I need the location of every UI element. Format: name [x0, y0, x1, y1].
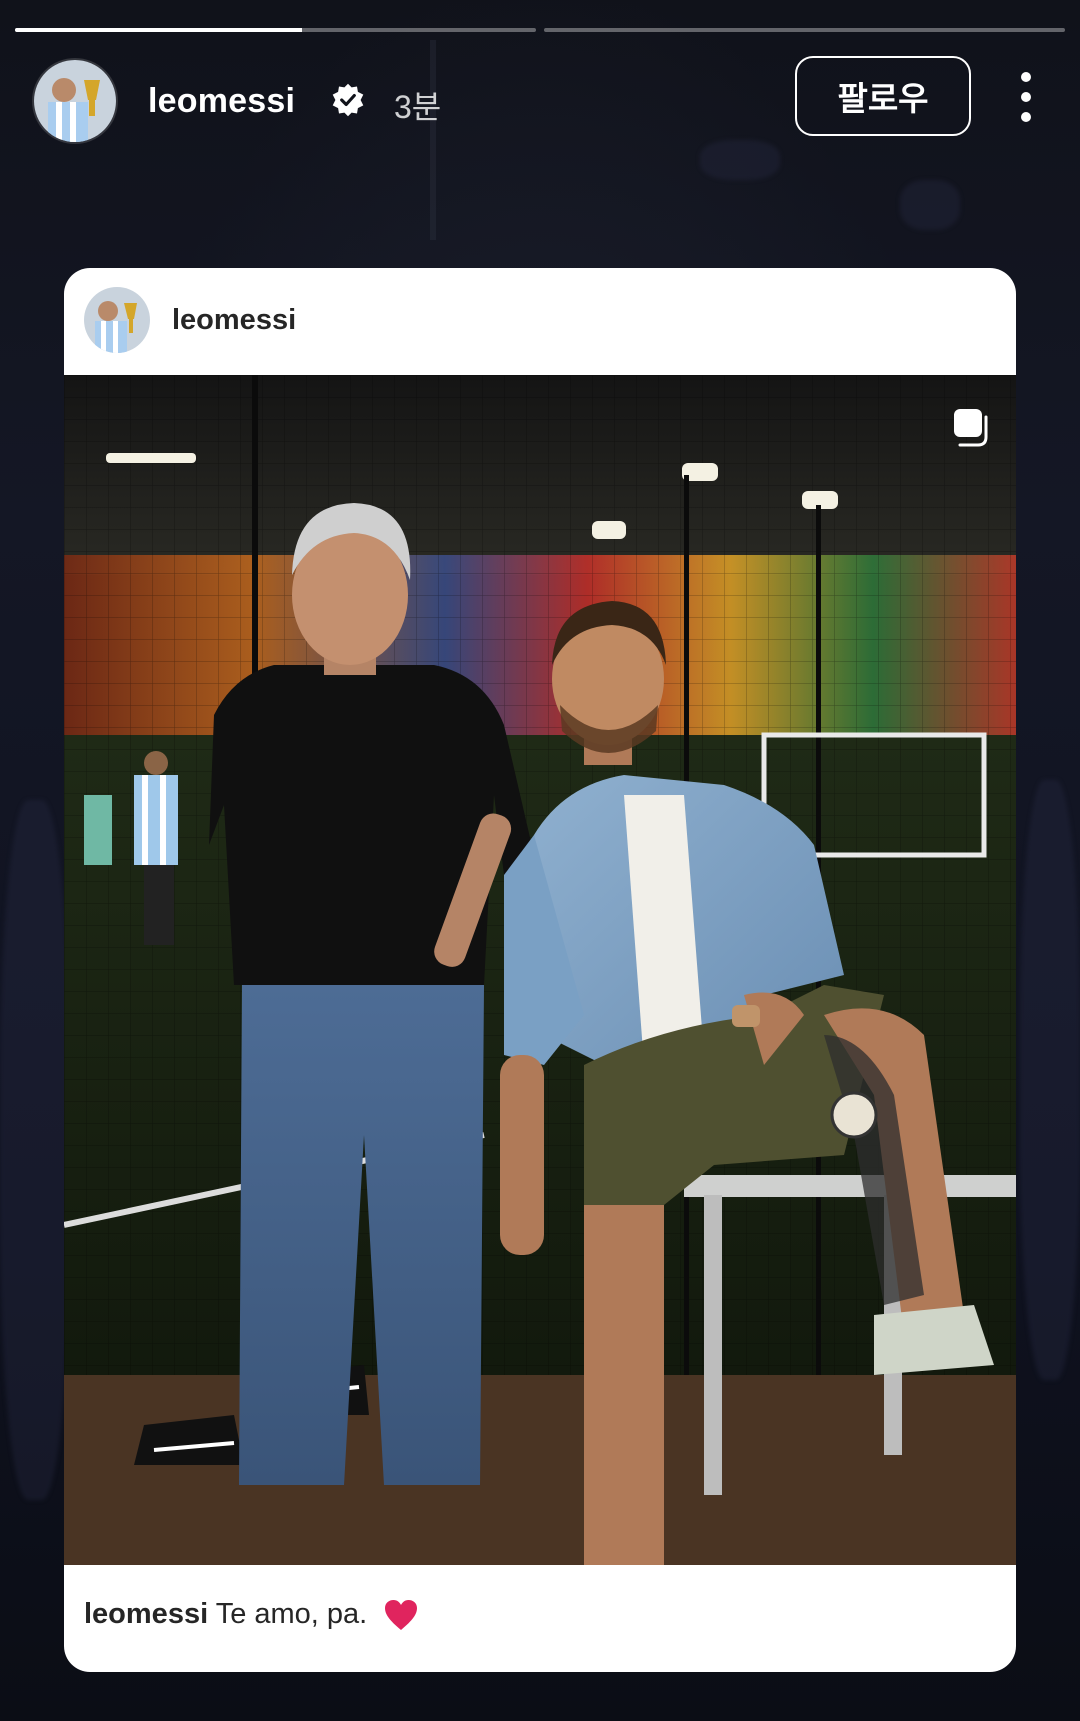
progress-fill	[15, 28, 302, 32]
verified-badge-icon	[332, 83, 364, 117]
story-username[interactable]: leomessi	[148, 82, 295, 121]
story-timestamp: 3분	[394, 89, 442, 125]
caption-username[interactable]: leomessi	[84, 1598, 208, 1630]
more-options-icon[interactable]	[1016, 72, 1036, 122]
post-header: leomessi	[64, 268, 1016, 376]
post-username[interactable]: leomessi	[172, 304, 296, 337]
story-header: leomessi 3분 팔로우	[32, 56, 1052, 144]
post-photo-illustration	[64, 375, 1016, 1565]
story-progress-bar	[15, 28, 1065, 33]
avatar[interactable]	[32, 58, 118, 144]
follow-button[interactable]: 팔로우	[795, 56, 971, 136]
post-avatar[interactable]	[84, 287, 150, 353]
progress-segment	[544, 28, 1065, 32]
caption-text: Te amo, pa.	[215, 1598, 368, 1630]
progress-segment	[15, 28, 536, 32]
post-caption: leomessi Te amo, pa.	[84, 1598, 419, 1632]
shared-post-card[interactable]: leomessi leomessi Te amo, pa.	[64, 268, 1016, 1672]
red-heart-icon	[385, 1600, 418, 1631]
carousel-icon	[954, 409, 988, 447]
post-photo[interactable]	[64, 375, 1016, 1565]
